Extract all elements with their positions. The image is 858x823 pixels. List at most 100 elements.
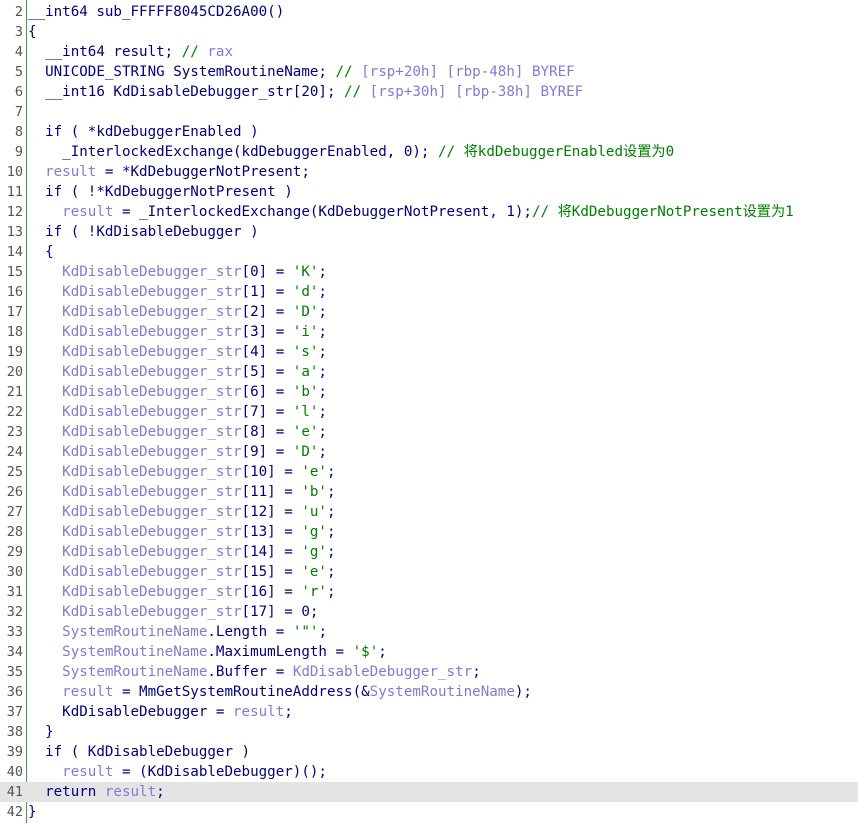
code-line[interactable]: 19 KdDisableDebugger_str[4] = 's'; [0, 342, 858, 362]
code-line[interactable]: 33 SystemRoutineName.Length = '"'; [0, 622, 858, 642]
code-text[interactable]: __int64 sub_FFFFF8045CD26A00() [28, 2, 284, 22]
code-text[interactable]: if ( KdDisableDebugger ) [28, 742, 250, 762]
code-line[interactable]: 22 KdDisableDebugger_str[7] = 'l'; [0, 402, 858, 422]
code-line[interactable]: 9 _InterlockedExchange(kdDebuggerEnabled… [0, 142, 858, 162]
code-text[interactable]: if ( *kdDebuggerEnabled ) [28, 122, 259, 142]
code-text[interactable]: KdDisableDebugger_str[15] = 'e'; [28, 562, 335, 582]
code-text[interactable]: KdDisableDebugger_str[10] = 'e'; [28, 462, 335, 482]
code-text[interactable]: KdDisableDebugger_str[14] = 'g'; [28, 542, 335, 562]
code-text[interactable]: { [28, 22, 37, 42]
code-text[interactable]: result = _InterlockedExchange(KdDebugger… [28, 202, 794, 222]
code-token[interactable]: KdDisableDebugger_str [62, 424, 241, 440]
code-token[interactable]: KdDisableDebugger_str [62, 344, 241, 360]
code-line[interactable]: 26 KdDisableDebugger_str[11] = 'b'; [0, 482, 858, 502]
code-token[interactable]: result [233, 704, 284, 720]
code-token[interactable]: KdDisableDebugger_str [62, 604, 241, 620]
code-line[interactable]: 30 KdDisableDebugger_str[15] = 'e'; [0, 562, 858, 582]
code-token[interactable]: SystemRoutineName [62, 664, 207, 680]
code-text[interactable]: UNICODE_STRING SystemRoutineName; // [rs… [28, 62, 575, 82]
code-line[interactable]: 5 UNICODE_STRING SystemRoutineName; // [… [0, 62, 858, 82]
code-line[interactable]: 2 __int64 sub_FFFFF8045CD26A00() [0, 2, 858, 22]
code-line[interactable]: 16 KdDisableDebugger_str[1] = 'd'; [0, 282, 858, 302]
code-line[interactable]: 37 KdDisableDebugger = result; [0, 702, 858, 722]
code-text[interactable]: KdDisableDebugger_str[5] = 'a'; [28, 362, 327, 382]
code-text[interactable]: SystemRoutineName.Length = '"'; [28, 622, 327, 642]
code-line[interactable]: 40 result = (KdDisableDebugger)(); [0, 762, 858, 782]
code-token[interactable]: KdDisableDebugger_str [62, 304, 241, 320]
code-text[interactable]: KdDisableDebugger_str[16] = 'r'; [28, 582, 335, 602]
code-line[interactable]: 42} [0, 802, 858, 822]
code-token[interactable]: KdDisableDebugger_str [62, 584, 241, 600]
code-line[interactable]: 18 KdDisableDebugger_str[3] = 'i'; [0, 322, 858, 342]
code-line[interactable]: 32 KdDisableDebugger_str[17] = 0; [0, 602, 858, 622]
code-token[interactable]: KdDisableDebugger_str [62, 384, 241, 400]
code-line[interactable]: 27 KdDisableDebugger_str[12] = 'u'; [0, 502, 858, 522]
code-token[interactable]: KdDisableDebugger_str [62, 264, 241, 280]
code-line[interactable]: 4 __int64 result; // rax [0, 42, 858, 62]
code-token[interactable]: result [105, 784, 156, 800]
code-line[interactable]: 38 } [0, 722, 858, 742]
code-text[interactable]: SystemRoutineName.MaximumLength = '$'; [28, 642, 387, 662]
code-text[interactable]: result = *KdDebuggerNotPresent; [28, 162, 310, 182]
code-token[interactable]: result [62, 684, 113, 700]
code-line[interactable]: 8 if ( *kdDebuggerEnabled ) [0, 122, 858, 142]
code-line[interactable]: 14 { [0, 242, 858, 262]
code-token[interactable]: KdDisableDebugger_str [62, 504, 241, 520]
code-line[interactable]: 10 result = *KdDebuggerNotPresent; [0, 162, 858, 182]
code-line[interactable]: 35 SystemRoutineName.Buffer = KdDisableD… [0, 662, 858, 682]
code-line[interactable]: 31 KdDisableDebugger_str[16] = 'r'; [0, 582, 858, 602]
code-text[interactable]: result = MmGetSystemRoutineAddress(&Syst… [28, 682, 532, 702]
code-line[interactable]: 34 SystemRoutineName.MaximumLength = '$'… [0, 642, 858, 662]
code-text[interactable]: if ( !KdDisableDebugger ) [28, 222, 259, 242]
code-token[interactable]: result [45, 164, 96, 180]
code-line[interactable]: 3{ [0, 22, 858, 42]
code-line[interactable]: 23 KdDisableDebugger_str[8] = 'e'; [0, 422, 858, 442]
code-text[interactable]: { [28, 242, 54, 262]
code-line[interactable]: 29 KdDisableDebugger_str[14] = 'g'; [0, 542, 858, 562]
code-token[interactable]: KdDisableDebugger_str [62, 404, 241, 420]
code-token[interactable]: SystemRoutineName [370, 684, 515, 700]
code-text[interactable]: KdDisableDebugger_str[0] = 'K'; [28, 262, 327, 282]
code-text[interactable]: KdDisableDebugger_str[7] = 'l'; [28, 402, 327, 422]
code-text[interactable]: KdDisableDebugger_str[11] = 'b'; [28, 482, 335, 502]
code-text[interactable]: result = (KdDisableDebugger)(); [28, 762, 327, 782]
code-token[interactable]: KdDisableDebugger_str [62, 524, 241, 540]
code-token[interactable]: KdDisableDebugger_str [293, 664, 472, 680]
code-line[interactable]: 13 if ( !KdDisableDebugger ) [0, 222, 858, 242]
code-line[interactable]: 15 KdDisableDebugger_str[0] = 'K'; [0, 262, 858, 282]
code-text[interactable]: KdDisableDebugger_str[2] = 'D'; [28, 302, 327, 322]
code-line[interactable]: 17 KdDisableDebugger_str[2] = 'D'; [0, 302, 858, 322]
code-token[interactable]: KdDisableDebugger_str [62, 464, 241, 480]
code-line[interactable]: 6 __int16 KdDisableDebugger_str[20]; // … [0, 82, 858, 102]
code-token[interactable]: KdDisableDebugger_str [62, 324, 241, 340]
code-line[interactable]: 24 KdDisableDebugger_str[9] = 'D'; [0, 442, 858, 462]
code-token[interactable]: SystemRoutineName [62, 644, 207, 660]
code-text[interactable]: KdDisableDebugger_str[3] = 'i'; [28, 322, 327, 342]
code-line[interactable]: 36 result = MmGetSystemRoutineAddress(&S… [0, 682, 858, 702]
code-text[interactable]: KdDisableDebugger_str[1] = 'd'; [28, 282, 327, 302]
code-line[interactable]: 39 if ( KdDisableDebugger ) [0, 742, 858, 762]
code-token[interactable]: KdDisableDebugger_str [62, 484, 241, 500]
code-line[interactable]: 12 result = _InterlockedExchange(KdDebug… [0, 202, 858, 222]
code-line[interactable]: 11 if ( !*KdDebuggerNotPresent ) [0, 182, 858, 202]
code-text[interactable]: KdDisableDebugger_str[8] = 'e'; [28, 422, 327, 442]
code-text[interactable]: KdDisableDebugger_str[12] = 'u'; [28, 502, 335, 522]
code-token[interactable]: KdDisableDebugger_str [62, 364, 241, 380]
code-line-current[interactable]: 41 return result; [0, 782, 858, 802]
code-text[interactable]: KdDisableDebugger_str[6] = 'b'; [28, 382, 327, 402]
code-line[interactable]: 7 [0, 102, 858, 122]
code-token[interactable]: KdDisableDebugger_str [62, 284, 241, 300]
code-text[interactable]: KdDisableDebugger = result; [28, 702, 293, 722]
code-token[interactable]: result [62, 764, 113, 780]
code-text[interactable]: KdDisableDebugger_str[4] = 's'; [28, 342, 327, 362]
code-text[interactable]: KdDisableDebugger_str[9] = 'D'; [28, 442, 327, 462]
code-text[interactable]: KdDisableDebugger_str[17] = 0; [28, 602, 318, 622]
code-text[interactable]: } [28, 802, 37, 822]
code-text[interactable]: } [28, 722, 54, 742]
code-text[interactable]: SystemRoutineName.Buffer = KdDisableDebu… [28, 662, 481, 682]
code-line[interactable]: 20 KdDisableDebugger_str[5] = 'a'; [0, 362, 858, 382]
code-token[interactable]: SystemRoutineName [62, 624, 207, 640]
code-token[interactable]: result [62, 204, 113, 220]
code-line[interactable]: 21 KdDisableDebugger_str[6] = 'b'; [0, 382, 858, 402]
code-line[interactable]: 28 KdDisableDebugger_str[13] = 'g'; [0, 522, 858, 542]
